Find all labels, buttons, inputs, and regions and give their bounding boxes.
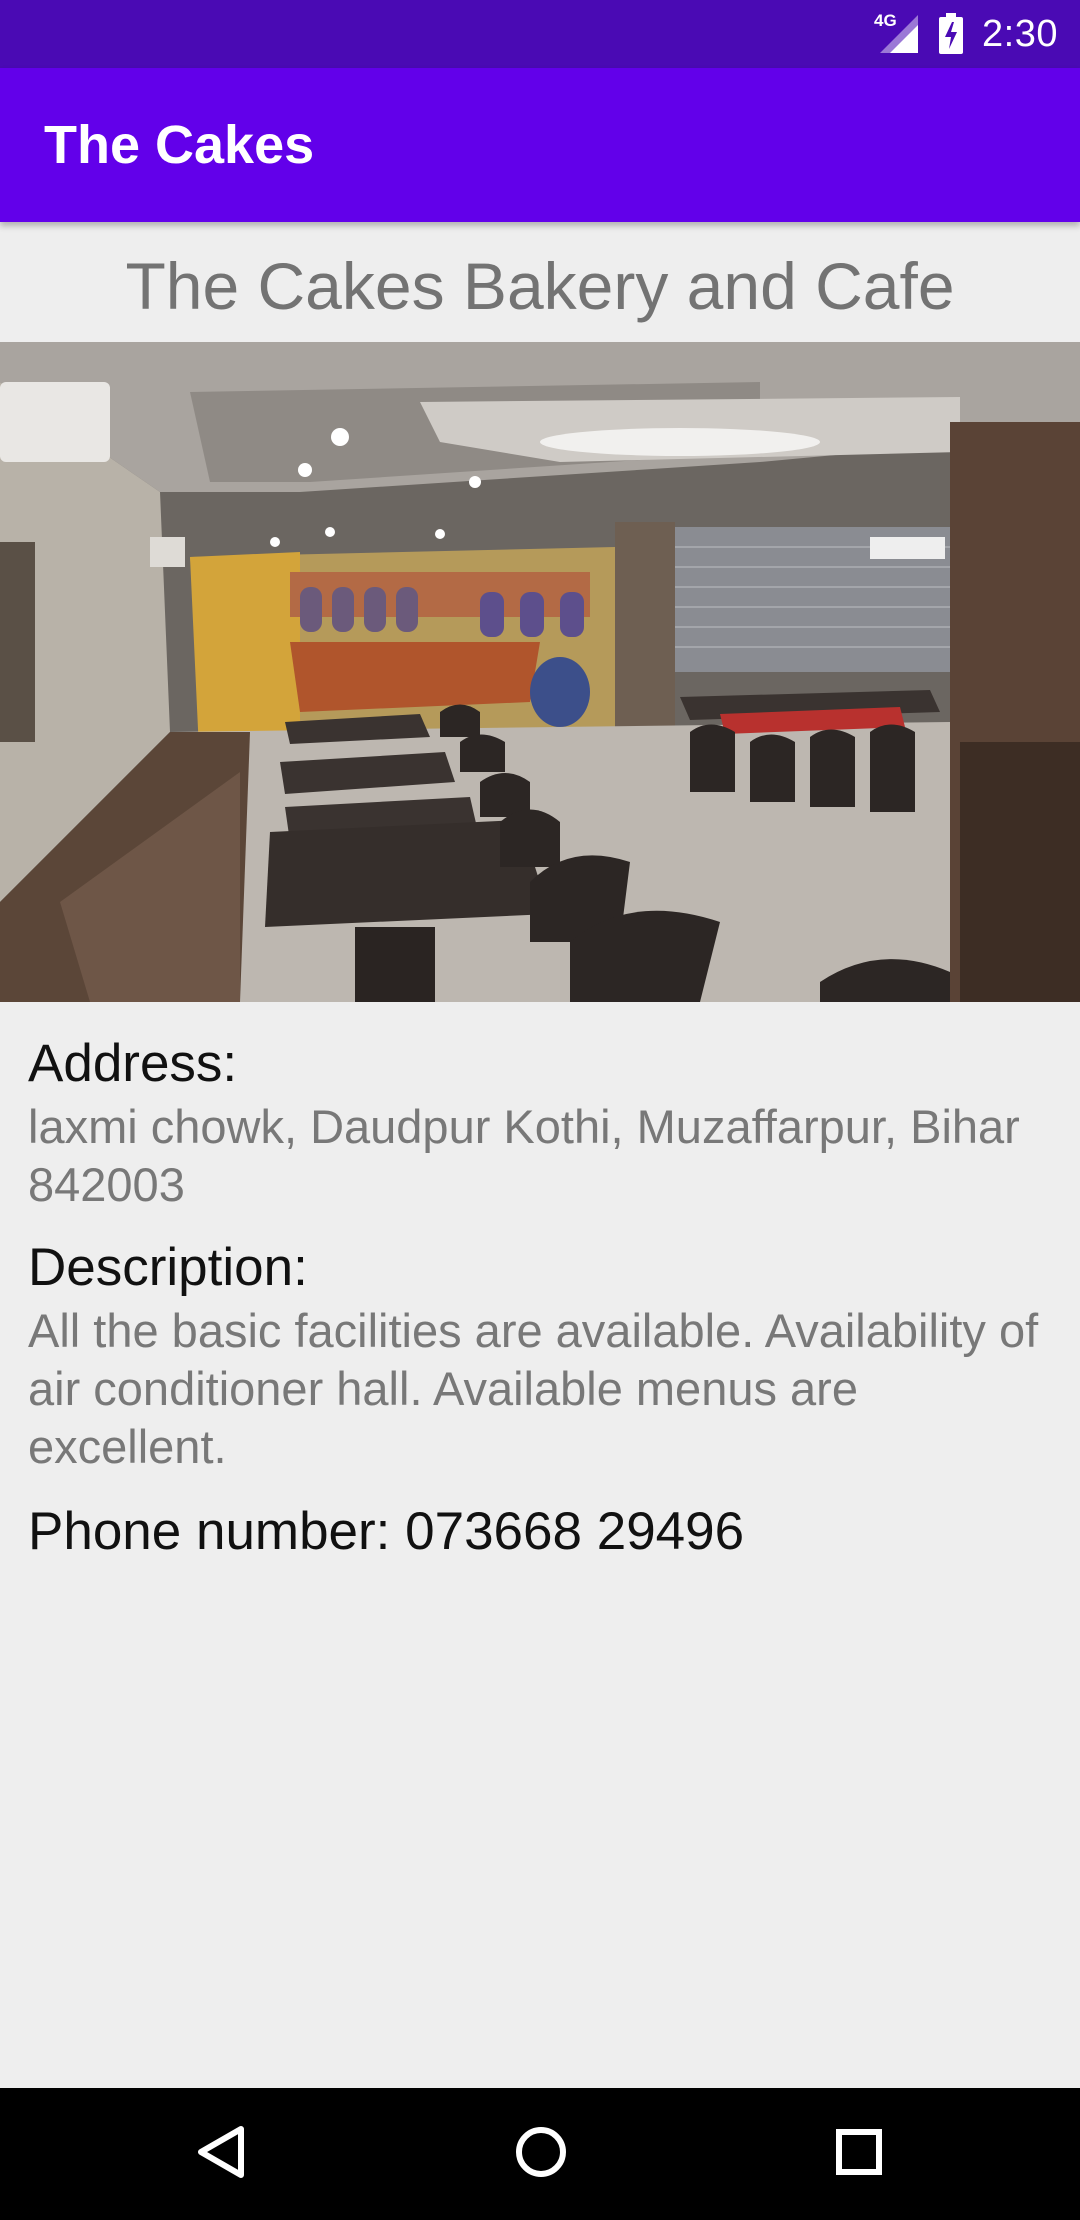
home-icon [514,2125,568,2184]
signal-icon: 4G [874,11,920,55]
back-button[interactable] [155,2088,287,2220]
place-name: The Cakes Bakery and Cafe [125,249,955,323]
description-label: Description: [28,1238,308,1297]
network-type-label: 4G [874,11,897,30]
battery-charging-icon [938,13,964,55]
app-bar: The Cakes [0,68,1080,222]
place-details: Address: laxmi chowk, Daudpur Kothi, Muz… [28,1030,1052,1566]
recents-icon [834,2127,884,2182]
status-time: 2:30 [982,12,1058,55]
back-icon [195,2125,247,2184]
address-label: Address: [28,1034,238,1093]
home-button[interactable] [475,2088,607,2220]
recents-button[interactable] [793,2088,925,2220]
address-value: laxmi chowk, Daudpur Kothi, Muzaffarpur,… [28,1100,1020,1211]
restaurant-interior-photo [0,342,1080,1002]
status-icons: 4G 2:30 [874,0,1058,68]
navigation-bar [0,2088,1080,2220]
description-value: All the basic facilities are available. … [28,1304,1039,1473]
status-bar: 4G 2:30 [0,0,1080,68]
app-title: The Cakes [44,115,315,175]
phone-number[interactable]: Phone number: 073668 29496 [28,1498,1052,1566]
